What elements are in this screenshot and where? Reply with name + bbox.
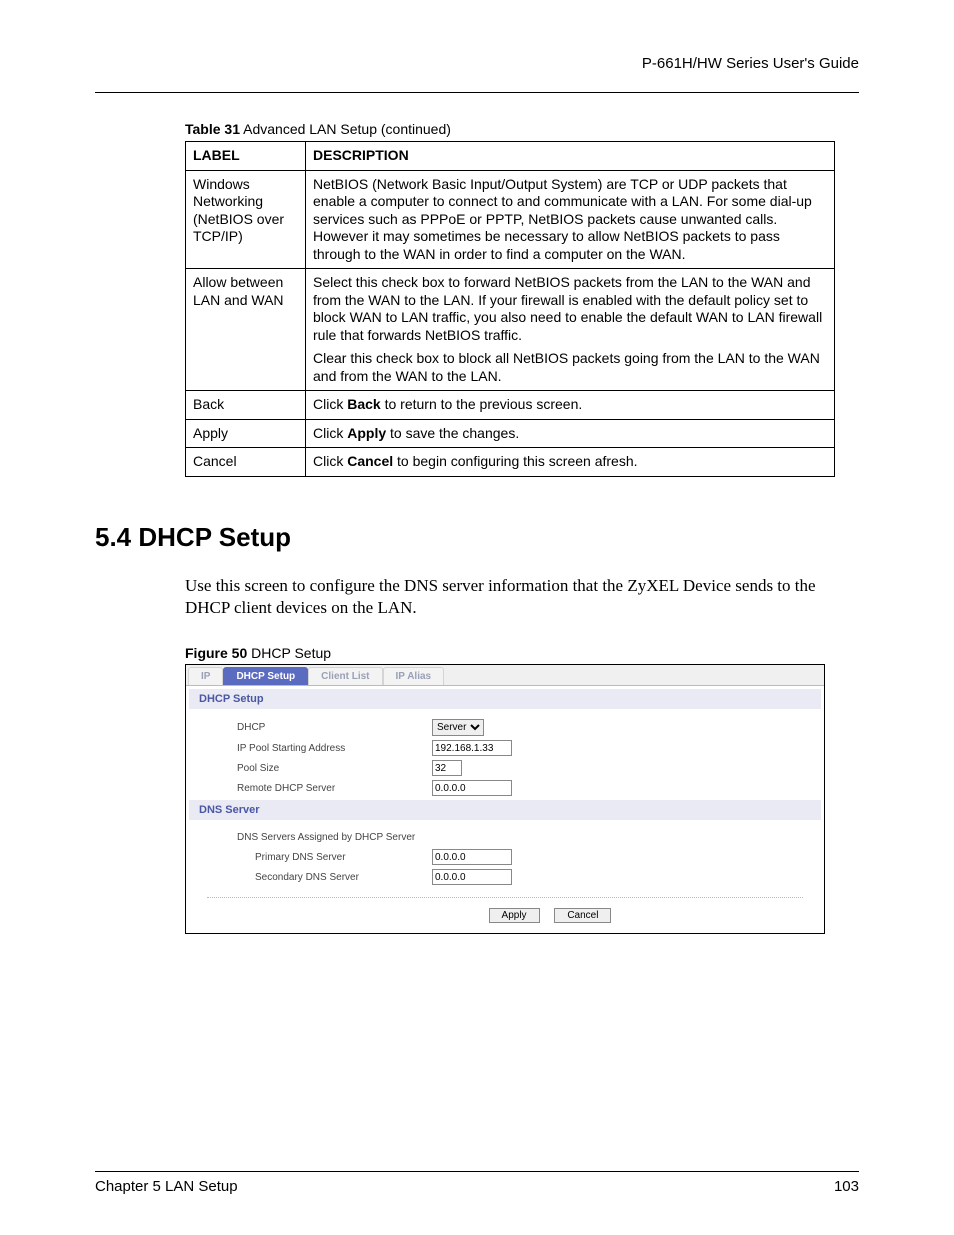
figure-caption-bold: Figure 50 — [185, 645, 247, 661]
cell-desc: Click Back to return to the previous scr… — [306, 391, 835, 420]
select-dhcp[interactable]: Server — [432, 719, 484, 736]
cell-label: Windows Networking (NetBIOS over TCP/IP) — [186, 170, 306, 269]
th-desc: DESCRIPTION — [306, 142, 835, 171]
label-ip-pool: IP Pool Starting Address — [237, 743, 432, 754]
header-rule — [95, 92, 859, 93]
cell-desc: Click Cancel to begin configuring this s… — [306, 448, 835, 477]
table-row: Cancel Click Cancel to begin configuring… — [186, 448, 835, 477]
dhcp-setup-header: DHCP Setup — [189, 689, 821, 709]
advanced-lan-table: LABEL DESCRIPTION Windows Networking (Ne… — [185, 141, 835, 477]
tab-dhcp-setup[interactable]: DHCP Setup — [223, 667, 308, 685]
table-row: Windows Networking (NetBIOS over TCP/IP)… — [186, 170, 835, 269]
tab-bar: IP DHCP Setup Client List IP Alias — [186, 665, 824, 686]
label-secondary-dns: Secondary DNS Server — [255, 872, 432, 883]
input-secondary-dns[interactable] — [432, 869, 512, 885]
label-remote-dhcp: Remote DHCP Server — [237, 783, 432, 794]
cell-label: Allow between LAN and WAN — [186, 269, 306, 391]
table-caption-bold: Table 31 — [185, 121, 240, 137]
cell-desc: NetBIOS (Network Basic Input/Output Syst… — [306, 170, 835, 269]
table-caption-rest: Advanced LAN Setup (continued) — [240, 121, 451, 137]
apply-button[interactable]: Apply — [489, 908, 540, 923]
section-heading: 5.4 DHCP Setup — [95, 522, 859, 553]
footer-chapter: Chapter 5 LAN Setup — [95, 1178, 238, 1195]
table-row: Allow between LAN and WAN Select this ch… — [186, 269, 835, 391]
label-dns-assigned: DNS Servers Assigned by DHCP Server — [237, 828, 823, 847]
input-remote-dhcp[interactable] — [432, 780, 512, 796]
tab-ip-alias[interactable]: IP Alias — [383, 667, 445, 685]
row-pool-size: Pool Size — [237, 758, 823, 778]
cancel-button[interactable]: Cancel — [554, 908, 611, 923]
table-header-row: LABEL DESCRIPTION — [186, 142, 835, 171]
tab-client-list[interactable]: Client List — [308, 667, 382, 685]
row-secondary-dns: Secondary DNS Server — [255, 867, 823, 887]
page-footer: Chapter 5 LAN Setup 103 — [95, 1171, 859, 1195]
input-pool-size[interactable] — [432, 760, 462, 776]
cell-label: Cancel — [186, 448, 306, 477]
label-primary-dns: Primary DNS Server — [255, 852, 432, 863]
table-caption: Table 31 Advanced LAN Setup (continued) — [185, 121, 859, 137]
row-dhcp: DHCP Server — [237, 717, 823, 738]
page-header: P-661H/HW Series User's Guide — [95, 55, 859, 93]
th-label: LABEL — [186, 142, 306, 171]
row-ip-pool: IP Pool Starting Address — [237, 738, 823, 758]
panel-body: DHCP Setup DHCP Server IP Pool Starting … — [186, 686, 824, 933]
figure-caption: Figure 50 DHCP Setup — [185, 645, 859, 661]
guide-title: P-661H/HW Series User's Guide — [95, 55, 859, 72]
footer-page-number: 103 — [834, 1178, 859, 1195]
row-primary-dns: Primary DNS Server — [255, 847, 823, 867]
dns-server-header: DNS Server — [189, 800, 821, 820]
cell-desc: Select this check box to forward NetBIOS… — [306, 269, 835, 391]
input-ip-pool[interactable] — [432, 740, 512, 756]
table-row: Back Click Back to return to the previou… — [186, 391, 835, 420]
input-primary-dns[interactable] — [432, 849, 512, 865]
section-body: Use this screen to configure the DNS ser… — [185, 575, 859, 621]
figure-caption-rest: DHCP Setup — [247, 645, 331, 661]
label-pool-size: Pool Size — [237, 763, 432, 774]
label-dhcp: DHCP — [237, 722, 432, 733]
row-remote-dhcp: Remote DHCP Server — [237, 778, 823, 798]
cell-desc: Click Apply to save the changes. — [306, 419, 835, 448]
tab-ip[interactable]: IP — [188, 667, 223, 685]
footer-rule — [95, 1171, 859, 1172]
cell-label: Back — [186, 391, 306, 420]
dotted-separator — [207, 897, 803, 898]
table-row: Apply Click Apply to save the changes. — [186, 419, 835, 448]
cell-label: Apply — [186, 419, 306, 448]
dhcp-setup-screenshot: IP DHCP Setup Client List IP Alias DHCP … — [185, 664, 825, 934]
button-row: Apply Cancel — [277, 906, 823, 923]
